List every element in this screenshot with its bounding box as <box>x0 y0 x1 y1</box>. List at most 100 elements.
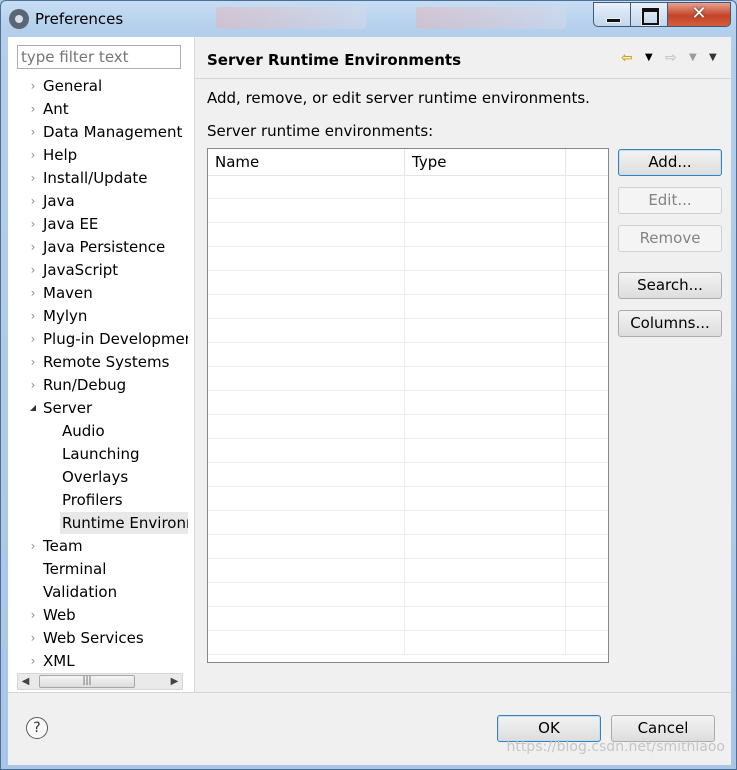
collapsed-arrow-icon[interactable]: › <box>26 535 40 557</box>
table-row <box>208 175 608 199</box>
tree-item[interactable]: › Mylyn <box>8 305 188 327</box>
cancel-button[interactable]: Cancel <box>611 715 715 742</box>
collapsed-arrow-icon[interactable]: › <box>26 259 40 281</box>
tree-item[interactable]: Audio <box>8 420 188 442</box>
help-icon[interactable]: ? <box>26 717 48 739</box>
collapsed-arrow-icon[interactable]: › <box>26 305 40 327</box>
table-row <box>208 319 608 343</box>
table-cell <box>208 487 405 511</box>
tree-item[interactable]: Terminal <box>8 558 188 580</box>
table-cell <box>208 583 405 607</box>
runtime-list-label: Server runtime environments: <box>207 122 434 140</box>
add-button[interactable]: Add... <box>618 149 722 176</box>
collapsed-arrow-icon[interactable]: › <box>26 328 40 350</box>
tree-item-label: General <box>43 77 103 95</box>
collapsed-arrow-icon[interactable]: › <box>26 75 40 97</box>
table-row <box>208 247 608 271</box>
table-cell <box>208 415 405 439</box>
tree-item[interactable]: › Team <box>8 535 188 557</box>
tree-item[interactable]: › JavaScript <box>8 259 188 281</box>
collapsed-arrow-icon[interactable]: › <box>26 167 40 189</box>
table-cell <box>208 319 405 343</box>
maximize-button[interactable] <box>630 2 668 27</box>
scroll-thumb[interactable]: ||| <box>39 675 135 688</box>
tree-item-label: Team <box>43 537 83 555</box>
table-cell <box>405 559 566 583</box>
collapsed-arrow-icon[interactable]: › <box>26 190 40 212</box>
filter-input[interactable] <box>17 45 181 69</box>
collapsed-arrow-icon[interactable]: › <box>26 144 40 166</box>
view-menu-icon[interactable]: ▼ <box>709 49 717 67</box>
tree-item[interactable]: › Web Services <box>8 627 188 649</box>
preferences-window: Preferences ✕ ›General›Ant›Data Manageme… <box>0 0 737 770</box>
collapsed-arrow-icon[interactable]: › <box>26 282 40 304</box>
tree-item[interactable]: › Maven <box>8 282 188 304</box>
expanded-arrow-icon[interactable]: ◢ <box>26 397 40 419</box>
table-cell <box>405 199 566 223</box>
table-cell <box>405 463 566 487</box>
edit-button[interactable]: Edit... <box>618 187 722 214</box>
tree-item[interactable]: Validation <box>8 581 188 603</box>
tree-item[interactable]: Runtime Environments <box>8 512 188 534</box>
tree-item[interactable]: › Plug-in Development <box>8 328 188 350</box>
collapsed-arrow-icon[interactable]: › <box>26 98 40 120</box>
tree-item[interactable]: › General <box>8 75 188 97</box>
column-header-type[interactable]: Type <box>405 149 566 175</box>
dialog-button-bar: ? OK Cancel https://blog.csdn.net/smithl… <box>8 692 731 765</box>
tree-item[interactable]: Overlays <box>8 466 188 488</box>
tree-item[interactable]: › XML <box>8 650 188 672</box>
tree-item[interactable]: › Ant <box>8 98 188 120</box>
collapsed-arrow-icon[interactable]: › <box>26 121 40 143</box>
tree-item-label: Remote Systems <box>43 353 170 371</box>
tree-item[interactable]: › Java Persistence <box>8 236 188 258</box>
tree-item-label: Help <box>43 146 78 164</box>
column-header-name[interactable]: Name <box>208 149 405 175</box>
collapsed-arrow-icon[interactable]: › <box>26 650 40 672</box>
tree-item[interactable]: › Install/Update <box>8 167 188 189</box>
tree-item[interactable]: › Run/Debug <box>8 374 188 396</box>
collapsed-arrow-icon[interactable]: › <box>26 236 40 258</box>
tree-item-label: JavaScript <box>43 261 119 279</box>
tree-item[interactable]: Launching <box>8 443 188 465</box>
background-tab-blur <box>416 7 566 29</box>
tree-item[interactable]: › Data Management <box>8 121 188 143</box>
back-arrow-icon[interactable]: ⇦ <box>621 49 633 67</box>
tree-horizontal-scrollbar[interactable]: ◀ ||| ▶ <box>17 673 183 690</box>
collapsed-arrow-icon[interactable]: › <box>26 351 40 373</box>
collapsed-arrow-icon[interactable]: › <box>26 604 40 626</box>
tree-item[interactable]: › Java <box>8 190 188 212</box>
collapsed-arrow-icon[interactable]: › <box>26 627 40 649</box>
tree-item-label: Install/Update <box>43 169 148 187</box>
table-cell <box>405 535 566 559</box>
back-dropdown-icon[interactable]: ▼ <box>645 49 653 67</box>
scroll-left-icon[interactable]: ◀ <box>18 674 33 689</box>
tree-item[interactable]: › Help <box>8 144 188 166</box>
tree-item-label: Mylyn <box>43 307 88 325</box>
remove-button[interactable]: Remove <box>618 225 722 252</box>
table-cell <box>405 343 566 367</box>
table-cell <box>405 223 566 247</box>
close-button[interactable]: ✕ <box>667 2 731 27</box>
runtime-environments-table[interactable]: Name Type <box>207 148 609 663</box>
tree-item[interactable]: Profilers <box>8 489 188 511</box>
collapsed-arrow-icon[interactable]: › <box>26 374 40 396</box>
title-bar[interactable]: Preferences ✕ <box>1 1 736 37</box>
tree-item[interactable]: ◢ Server <box>8 397 188 419</box>
tree-item-label: Maven <box>43 284 93 302</box>
search-button[interactable]: Search... <box>618 272 722 299</box>
table-cell <box>208 391 405 415</box>
collapsed-arrow-icon[interactable]: › <box>26 213 40 235</box>
tree-item-label: Plug-in Development <box>43 330 188 348</box>
table-row <box>208 415 608 439</box>
table-cell <box>405 247 566 271</box>
forward-dropdown-icon[interactable]: ▼ <box>689 49 697 67</box>
tree-item[interactable]: › Web <box>8 604 188 626</box>
tree-item[interactable]: › Java EE <box>8 213 188 235</box>
forward-arrow-icon[interactable]: ⇨ <box>665 49 677 67</box>
ok-button[interactable]: OK <box>497 715 601 742</box>
table-row <box>208 223 608 247</box>
columns-button[interactable]: Columns... <box>618 310 722 337</box>
tree-item[interactable]: › Remote Systems <box>8 351 188 373</box>
scroll-right-icon[interactable]: ▶ <box>167 674 182 689</box>
minimize-button[interactable] <box>593 2 631 27</box>
